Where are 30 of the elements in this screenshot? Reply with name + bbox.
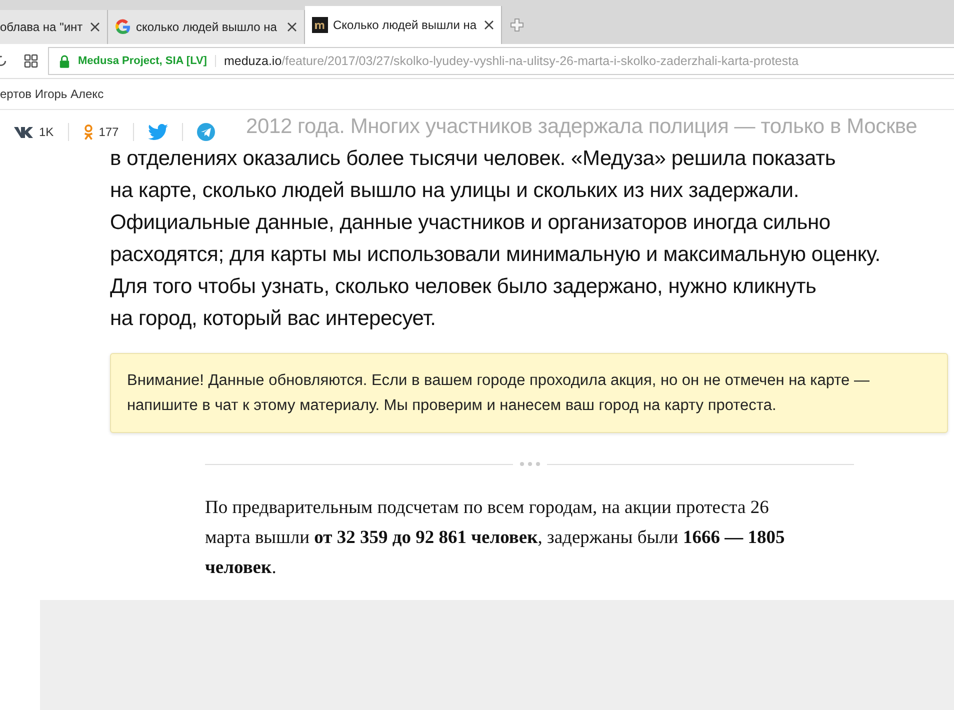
share-count: 177: [98, 125, 119, 139]
url-text: meduza.io/feature/2017/03/27/skolko-lyudey-vyshli-na-ulitsy-26-marta-i-skolko-zaderzhali-karta-protesta: [224, 54, 799, 68]
article-text: Для того чтобы узнать, сколько человек было задержано, нужно кликнуть: [110, 274, 818, 300]
meduza-icon: [312, 17, 328, 33]
close-icon[interactable]: [90, 22, 100, 32]
article-text: на карте, сколько людей вышло на улицы и скольких из них задержали.: [110, 178, 800, 204]
article-text: 2012 года. Многих участников задержала полиция — только в Москве: [246, 114, 918, 140]
new-tab-icon[interactable]: [510, 18, 524, 32]
bird-icon[interactable]: [148, 124, 168, 140]
close-icon[interactable]: [484, 20, 494, 30]
summary-text: По предварительным подсчетам по всем городам, на акции протеста 26 марта вышли от 32 359 до 92 861 человек, задержаны были 1666 — 1805 человек.: [205, 497, 786, 580]
article-text: расходятся; для карты мы использовали минимальную и максимальную оценку.: [110, 242, 882, 268]
share-count: 1K: [39, 125, 54, 139]
grid-icon[interactable]: [24, 54, 38, 68]
lock-icon: [59, 54, 70, 68]
bookmark[interactable]: ертов Игорь Алекс: [0, 87, 104, 101]
site-identity: Medusa Project, SIA [LV]: [78, 55, 216, 67]
article-text: в отделениях оказались более тысячи человек. «Медуза» решила показать: [110, 146, 837, 172]
browser-tab[interactable]: облава на "инт: [0, 10, 108, 44]
google-icon: [115, 19, 131, 35]
close-icon[interactable]: [287, 22, 297, 32]
address-bar[interactable]: Medusa Project, SIA [LV] meduza.io/feature/2017/03/27/skolko-lyudey-vyshli-na-ulitsy-26-marta-i-skolko-zaderzhali-karta-protesta: [48, 47, 954, 75]
article-text: на город, который вас интересует.: [110, 306, 437, 332]
browser-tab[interactable]: сколько людей вышло на: [108, 10, 305, 44]
article-text: Официальные данные, данные участников и организаторов иногда сильно: [110, 210, 832, 236]
browser-tab[interactable]: Сколько людей вышли на: [305, 6, 502, 44]
dots-icon: [518, 461, 540, 467]
paper-plane-icon[interactable]: [196, 123, 215, 141]
vk-icon[interactable]: [14, 126, 34, 138]
notice-text: Внимание! Данные обновляются. Если в вашем городе проходила акция, но он не отмечен на карте — напишите в чат к этому материалу. Мы проверим и нанесем ваш город на карту протеста.: [127, 372, 870, 414]
